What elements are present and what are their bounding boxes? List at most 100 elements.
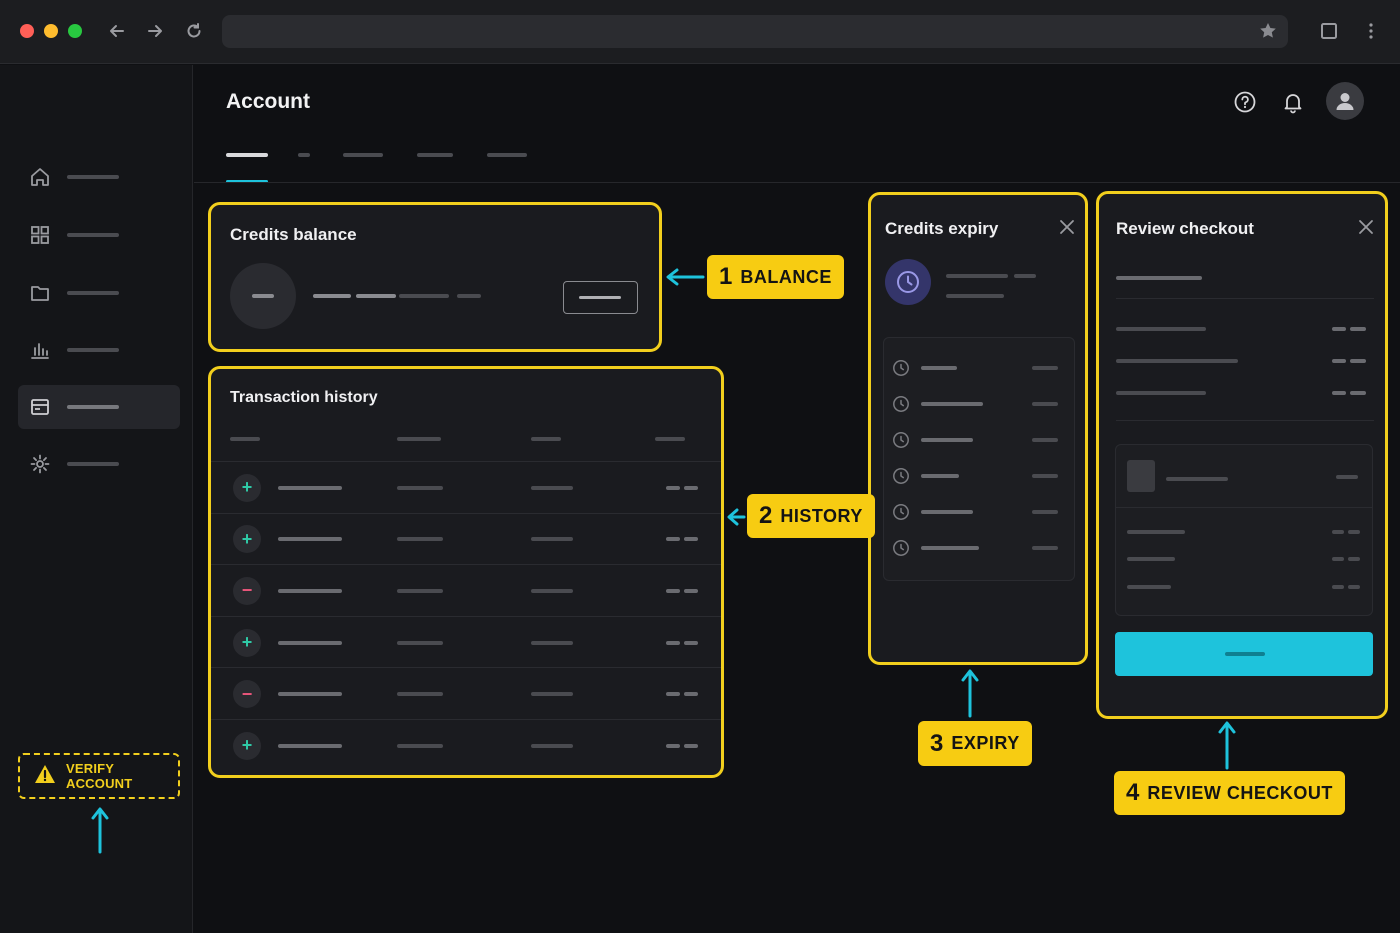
table-row[interactable]: − [211,668,721,720]
review-checkout-title: Review checkout [1116,219,1254,238]
callout-label: BALANCE [740,266,832,287]
list-item [884,464,1074,488]
callout-number: 1 [719,263,733,290]
checkout-line-value [1350,327,1366,331]
row-divider [1116,420,1374,421]
summary-value [1348,557,1360,561]
forward-icon[interactable] [142,18,168,44]
sidebar-item-billing[interactable] [18,385,180,429]
expiry-item-label [921,546,979,550]
balance-action-button[interactable] [563,281,638,314]
checkout-line-label [1116,327,1206,331]
bell-icon[interactable] [1279,88,1307,116]
credits-balance-title: Credits balance [230,225,357,244]
checkout-button[interactable] [1115,632,1373,676]
sidebar-item-analytics[interactable] [18,328,180,372]
list-item [884,536,1074,560]
credit-used-icon: − [233,576,261,605]
address-bar[interactable] [222,15,1288,48]
tab-3[interactable] [343,153,383,157]
summary-label [1127,585,1171,589]
table-row[interactable]: + [211,462,721,514]
callout-history: 2 HISTORY [747,494,875,538]
tab-5[interactable] [487,153,527,157]
table-row[interactable]: + [211,514,721,566]
checkout-item-panel [1115,444,1373,616]
warning-icon [34,764,56,789]
clock-icon [893,360,909,376]
sidebar-item-files[interactable] [18,271,180,315]
sidebar-item-label [67,405,119,409]
bookmark-star-icon[interactable] [1258,21,1278,46]
cell-placeholder [531,537,573,542]
table-row[interactable]: − [211,565,721,617]
browser-chrome [0,0,1400,64]
cell-placeholder [397,588,443,593]
cell-placeholder [666,537,680,542]
close-icon[interactable] [1355,216,1377,238]
summary-label [1127,530,1185,534]
sidebar-item-label [67,233,119,237]
window-toggle-icon[interactable] [1316,18,1342,44]
credits-expiry-title: Credits expiry [885,219,999,238]
summary-value [1348,585,1360,589]
reload-icon[interactable] [181,18,207,44]
more-vertical-icon[interactable] [1358,18,1384,44]
checkout-line-label [1116,391,1206,395]
callout-expiry: 3 EXPIRY [918,721,1032,766]
summary-value [1348,530,1360,534]
transaction-history-card: Transaction history + + − + − + [208,366,724,778]
summary-value [1332,585,1344,589]
checkout-line-value [1332,391,1346,395]
sidebar [0,65,193,933]
expiry-item-value [1032,402,1058,406]
column-header [397,437,441,441]
sidebar-item-settings[interactable] [18,442,180,486]
expiry-item-label [921,474,959,478]
review-checkout-card: Review checkout [1096,191,1388,719]
verify-account-button[interactable]: VERIFY ACCOUNT [18,753,180,799]
maximize-window-dot[interactable] [68,24,82,38]
checkout-line-value [1332,359,1346,363]
row-divider [1116,298,1374,299]
balance-arrow [665,267,705,292]
list-item [884,428,1074,452]
checkout-line-value [1350,359,1366,363]
sidebar-item-label [67,291,119,295]
table-row[interactable]: + [211,720,721,772]
cell-placeholder [684,692,698,697]
tab-2[interactable] [298,153,310,157]
balance-avatar [230,263,296,329]
avatar[interactable] [1326,82,1364,120]
cell-placeholder [684,485,698,490]
expiry-item-label [921,510,973,514]
checkout-line-label [1116,359,1238,363]
help-icon[interactable] [1231,88,1259,116]
cell-placeholder [684,743,698,748]
credit-added-icon: + [233,628,261,657]
tab-1[interactable] [226,153,268,157]
folder-icon [18,271,62,315]
credit-added-icon: + [233,473,261,502]
table-row[interactable]: + [211,617,721,669]
cell-placeholder [397,537,443,542]
column-header [531,437,561,441]
close-window-dot[interactable] [20,24,34,38]
sidebar-item-dashboard[interactable] [18,213,180,257]
balance-placeholder [457,294,481,298]
credit-added-icon: + [233,525,261,554]
back-icon[interactable] [104,18,130,44]
balance-placeholder [399,294,449,298]
close-icon[interactable] [1056,216,1078,238]
sidebar-item-label [67,462,119,466]
expiry-item-value [1032,474,1058,478]
balance-placeholder [356,294,396,298]
tab-4[interactable] [417,153,453,157]
sidebar-item-home[interactable] [18,155,180,199]
home-icon [18,155,62,199]
callout-number: 2 [759,502,773,529]
callout-number: 3 [930,729,944,757]
minimize-window-dot[interactable] [44,24,58,38]
callout-review-checkout: 4 REVIEW CHECKOUT [1114,771,1345,815]
callout-balance: 1 BALANCE [707,255,844,299]
